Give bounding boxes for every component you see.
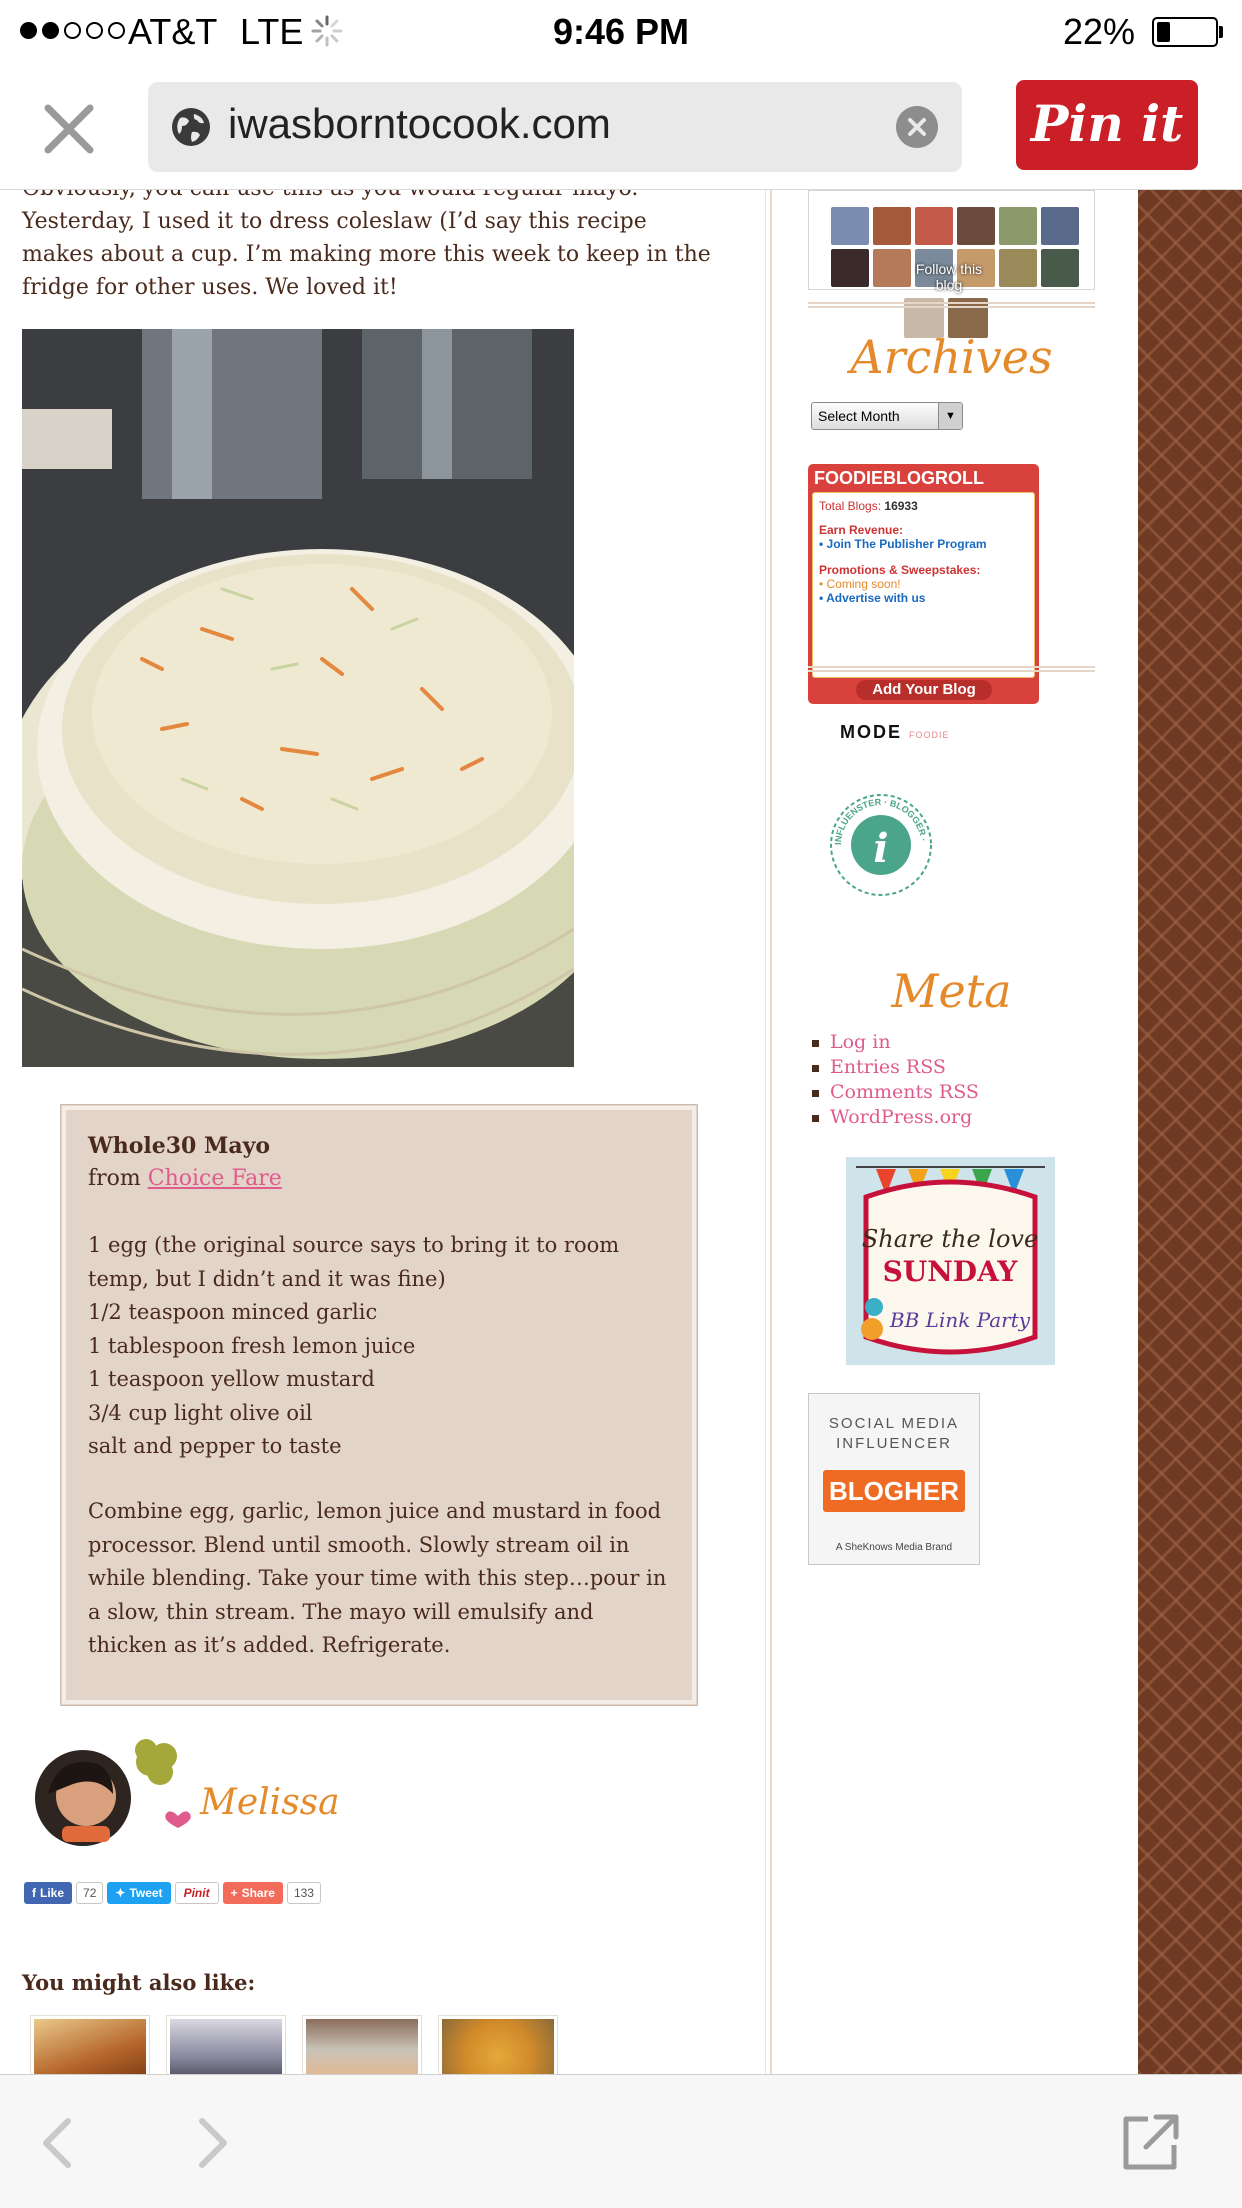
main-column: Obviously, you can use this as you would… [0,190,772,2074]
forward-arrow-icon[interactable] [180,2113,240,2173]
recipe-directions: Combine egg, garlic, lemon juice and mus… [88,1499,667,1657]
sidebar: Follow this blog Archives Select Month ▼… [776,190,1138,2074]
share-the-love-badge[interactable]: Share the love SUNDAY BB Link Party [846,1157,1055,1365]
facebook-icon: f [32,1886,36,1900]
pin-it-button[interactable]: Pin it [1016,80,1198,170]
open-external-icon[interactable] [1118,2109,1184,2175]
address-bar[interactable]: iwasborntocook.com [148,82,962,172]
blogher-footer: A SheKnows Media Brand [835,1542,953,1553]
blogher-tagline: SOCIAL MEDIA INFLUENCER [828,1415,960,1452]
total-blogs: Total Blogs: 16933 [819,499,918,513]
publisher-program-link[interactable]: • Join The Publisher Program [819,537,987,551]
add-your-blog-button[interactable]: Add Your Blog [856,680,992,700]
foodieblogroll-header: FOODIEBLOGROLL [814,468,984,488]
ingredient-list: 1 egg (the original source says to bring… [88,1229,678,1464]
promotions-label: Promotions & Sweepstakes: [819,563,981,577]
recipe-source: from Choice Fare [88,1166,282,1191]
recipe-source-prefix: from [88,1166,148,1191]
like-label: Like [40,1886,65,1900]
plus-icon: + [230,1886,238,1900]
share-love-line1: Share the love [862,1225,1038,1253]
post-intro-text: Obviously, you can use this as you would… [22,190,711,300]
back-arrow-icon[interactable] [30,2113,90,2173]
pinit-share-button[interactable]: Pinit [174,1882,219,1904]
svg-text:i: i [873,825,888,872]
battery-tip [1219,26,1223,38]
share-label: Share [241,1886,275,1900]
coming-soon-text: • Coming soon! [819,577,901,591]
author-avatar [35,1739,191,1846]
share-button[interactable]: + Share [222,1882,283,1904]
blogher-logo: BLOGHER [823,1470,965,1512]
recipe-title: Whole30 Mayo [88,1133,271,1159]
ingredient-item: 1 tablespoon fresh lemon juice [88,1333,416,1358]
clear-url-icon[interactable] [896,106,938,148]
meta-title: Meta [891,964,1012,1018]
sidebar-divider [808,666,1095,672]
meta-link-login[interactable]: Log in [808,1030,979,1055]
ingredient-item: 1 teaspoon yellow mustard [88,1367,375,1391]
ingredient-item: 3/4 cup light olive oil [88,1400,313,1425]
page-background-pattern [1138,190,1242,2074]
influenster-blogger-network-badge[interactable]: i INFLUENSTER · BLOGGER · NETWORK [826,790,936,900]
follow-blog-text[interactable]: Follow this blog [904,261,994,293]
battery-percentage: 22% [1063,11,1136,52]
archives-title: Archives [850,330,1053,384]
status-bar: AT&T LTE 9:46 PM 22% [0,0,1242,62]
twitter-bird-icon: ✦ [115,1886,126,1900]
blogher-badge[interactable]: SOCIAL MEDIA INFLUENCER BLOGHER A SheKnow… [808,1393,980,1565]
chevron-down-icon: ▼ [938,403,962,429]
facebook-like-button[interactable]: f Like [24,1882,73,1904]
ingredient-item: 1 egg (the original source says to bring… [88,1233,620,1291]
foodieblogroll-body: Total Blogs: 16933 Earn Revenue: • Join … [812,492,1035,678]
browser-toolbar: iwasborntocook.com Pin it [0,62,1242,190]
meta-links: Log in Entries RSS Comments RSS WordPres… [808,1030,979,1130]
followers-widget[interactable]: Follow this blog [808,190,1095,293]
recipe-source-link[interactable]: Choice Fare [148,1166,282,1191]
related-post-thumbnail[interactable] [30,2015,150,2074]
coleslaw-photo[interactable] [22,329,574,1067]
archives-month-select[interactable]: Select Month ▼ [811,402,963,430]
related-post-thumbnail[interactable] [166,2015,286,2074]
ingredient-item: salt and pepper to taste [88,1434,342,1458]
tweet-button[interactable]: ✦ Tweet [107,1882,171,1904]
earn-revenue-label: Earn Revenue: [819,523,904,537]
clock: 9:46 PM [552,11,690,52]
like-count: 72 [76,1882,104,1904]
sidebar-divider [808,302,1095,308]
advertise-link[interactable]: • Advertise with us [819,591,925,605]
related-posts [30,2015,558,2074]
recipe-card: Whole30 Mayo from Choice Fare 1 egg (the… [60,1104,698,1706]
share-love-line2: SUNDAY [883,1255,1019,1288]
ingredient-item: 1/2 teaspoon minced garlic [88,1300,378,1324]
related-post-thumbnail[interactable] [302,2015,422,2074]
mode-logo[interactable]: MODE FOODIE [840,722,950,743]
browser-bottom-toolbar [0,2074,1242,2208]
share-love-line3: BB Link Party [889,1308,1031,1332]
globe-icon [172,108,210,146]
meta-link-comments-rss[interactable]: Comments RSS [808,1080,979,1105]
web-page[interactable]: Obviously, you can use this as you would… [0,190,1242,2074]
related-posts-heading: You might also like: [22,1970,256,1995]
url-text: iwasborntocook.com [228,100,611,147]
meta-link-wordpress[interactable]: WordPress.org [808,1105,979,1130]
meta-link-entries-rss[interactable]: Entries RSS [808,1055,979,1080]
tweet-label: Tweet [129,1886,163,1900]
battery-icon [1152,17,1218,47]
share-buttons: f Like 72 ✦ Tweet Pinit + Share 133 [24,1882,321,1904]
related-post-thumbnail[interactable] [438,2015,558,2074]
author-name: Melissa [200,1782,340,1823]
month-select-value: Select Month [818,408,900,424]
share-count: 133 [286,1882,321,1904]
close-icon[interactable] [40,100,98,158]
author-signature: Melissa [28,1738,348,1848]
